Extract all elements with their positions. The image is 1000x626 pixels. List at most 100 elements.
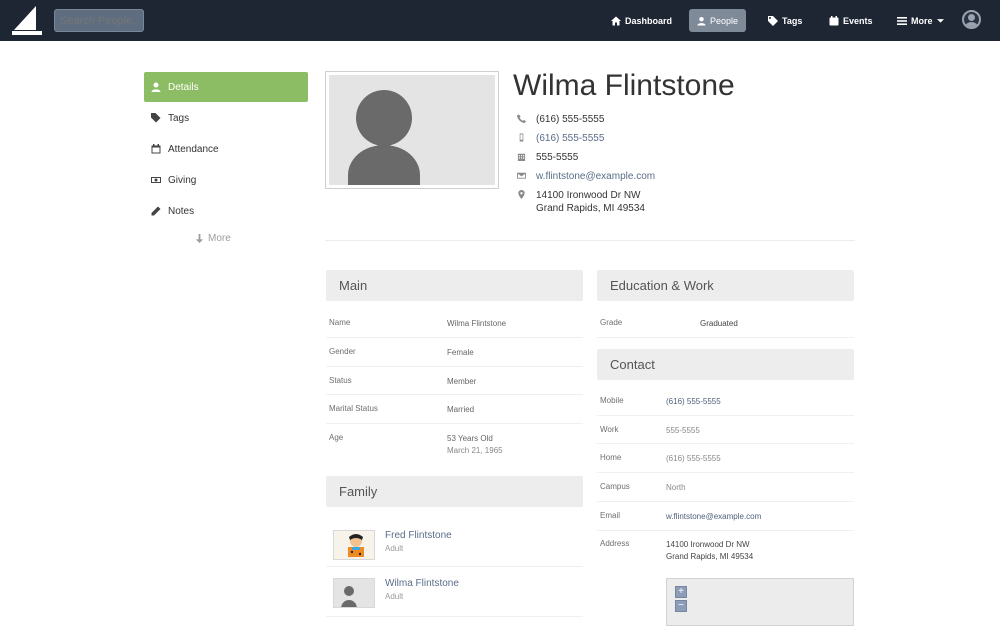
sidebar-item-label: Tags [168,112,190,124]
profile-address[interactable]: 14100 Ironwood Dr NW Grand Rapids, MI 49… [536,189,645,215]
sailboat-logo-icon[interactable] [12,6,42,35]
menu-bars-icon [897,16,907,25]
family-member-role: Adult [385,544,404,553]
profile-mobile[interactable]: (616) 555-5555 [536,113,604,126]
nav-people-label: People [709,15,738,26]
profile-work-line: 555-5555 [517,151,578,164]
family-member-role: Adult [385,592,404,601]
search-people-input[interactable] [54,9,144,32]
sidebar-item-notes[interactable]: Notes [144,196,308,226]
map-marker-icon [518,190,525,199]
field-label: Name [329,318,351,327]
field-value: Female [447,348,474,357]
profile-photo[interactable] [325,71,499,189]
person-name: Wilma Flintstone [513,69,735,102]
row-divider [326,337,583,338]
nav-dashboard[interactable]: Dashboard [603,9,680,32]
field-label: Email [600,511,621,520]
sidebar-more-label: More [208,233,231,244]
field-value[interactable]: (616) 555-5555 [666,453,721,465]
row-divider [326,423,583,424]
family-member-photo[interactable] [333,530,375,560]
field-value: Graduated [700,319,738,328]
nav-tags[interactable]: Tags [760,9,810,32]
field-value: Wilma Flintstone [447,319,507,328]
family-panel-header: Family [326,476,583,507]
field-label: Marital Status [329,404,378,413]
field-label: Age [329,433,344,442]
tag-icon [768,15,778,26]
home-icon [611,16,621,25]
row-divider [597,530,854,531]
field-value[interactable]: Grand Rapids, MI 49534 [666,551,753,563]
fred-avatar-icon [334,531,374,559]
contact-panel-header: Contact [597,349,854,380]
field-value[interactable]: w.flintstone@example.com [666,511,761,523]
field-value: North [666,483,686,492]
building-icon [517,153,526,161]
address-line-2: Grand Rapids, MI 49534 [536,203,645,214]
sidebar-item-label: Giving [168,174,197,186]
field-label: Grade [600,318,623,327]
map-zoom-out-button[interactable]: − [675,600,687,612]
user-icon [151,82,161,92]
default-avatar-icon [334,579,374,607]
education-panel-header: Education & Work [597,270,854,301]
sidebar-item-label: Notes [168,205,195,217]
family-member-name[interactable]: Wilma Flintstone [385,578,459,589]
pencil-icon [151,206,161,216]
nav-people[interactable]: People [689,9,746,32]
envelope-icon [517,172,526,179]
default-avatar-placeholder [329,75,495,185]
field-label: Work [600,425,619,434]
money-icon [151,177,161,183]
sidebar-more-link[interactable]: More [195,233,231,244]
nav-tags-label: Tags [782,15,803,26]
birthdate-value: March 21, 1965 [447,446,503,455]
row-divider [326,566,583,567]
nav-more-label: More [911,15,933,26]
tags-icon [151,113,161,123]
family-member-name[interactable]: Fred Flintstone [385,530,452,541]
map-zoom-in-button[interactable]: + [675,586,687,598]
nav-events[interactable]: Events [821,9,881,32]
field-value: Married [447,405,475,414]
sidebar-item-details[interactable]: Details [144,72,308,102]
user-icon [697,16,706,25]
field-value[interactable]: 14100 Ironwood Dr NW [666,539,750,551]
field-label: Home [600,453,622,462]
nav-events-label: Events [843,15,873,26]
row-divider [326,366,583,367]
sidebar-item-attendance[interactable]: Attendance [144,134,308,164]
profile-home-line: (616) 555-5555 [517,132,604,145]
profile-home-phone[interactable]: (616) 555-5555 [536,132,604,145]
mobile-phone-icon [519,133,524,142]
profile-work-phone[interactable]: 555-5555 [536,151,578,164]
row-divider [597,472,854,473]
top-navbar: Dashboard People Tags Events More [0,0,1000,41]
sidebar-item-tags[interactable]: Tags [144,103,308,133]
family-member-photo[interactable] [333,578,375,608]
field-label: Gender [329,347,356,356]
field-value[interactable]: (616) 555-5555 [666,396,721,408]
row-divider [326,616,583,617]
calendar-icon [151,144,161,154]
profile-email-line: w.flintstone@example.com [517,170,655,183]
row-divider [597,501,854,502]
arrow-down-icon [195,234,204,243]
field-value[interactable]: 555-5555 [666,425,700,437]
nav-dashboard-label: Dashboard [625,15,673,26]
phone-icon [517,114,526,123]
address-line-1: 14100 Ironwood Dr NW [536,190,641,201]
main-panel-header: Main [326,270,583,301]
address-map[interactable]: + − [666,578,854,626]
sidebar-item-label: Details [168,81,199,93]
sidebar-item-label: Attendance [168,143,219,155]
field-label: Campus [600,482,630,491]
sidebar-item-giving[interactable]: Giving [144,165,308,195]
user-account-avatar-icon[interactable] [962,10,981,29]
row-divider [597,443,854,444]
nav-more-dropdown[interactable]: More [889,9,952,32]
field-label: Address [600,539,630,548]
profile-email[interactable]: w.flintstone@example.com [536,170,655,183]
